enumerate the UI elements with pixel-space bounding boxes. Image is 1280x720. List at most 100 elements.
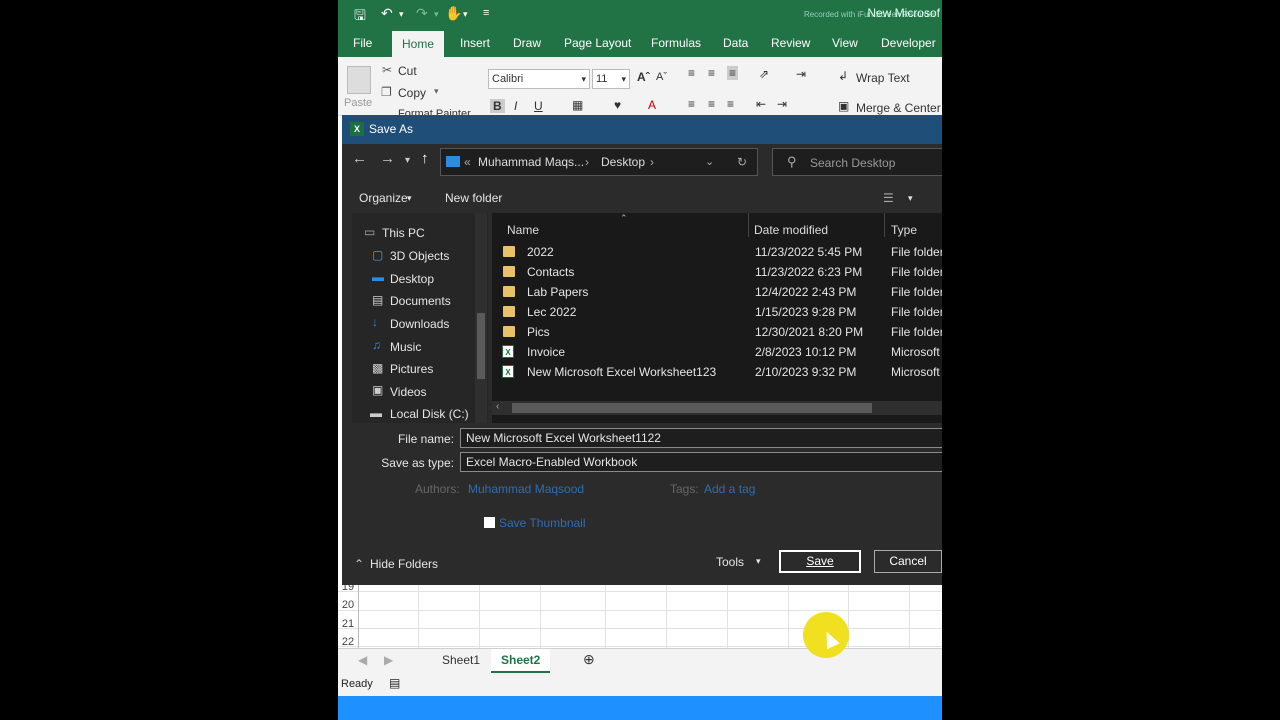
font-name-select[interactable]: Calibri ▾	[488, 69, 590, 89]
sheet-tab-sheet2[interactable]: Sheet2	[491, 649, 551, 673]
recent-locations-icon[interactable]: ▾	[405, 155, 410, 166]
nav-item-music[interactable]: Music	[390, 340, 421, 354]
tab-data[interactable]: Data	[723, 36, 748, 50]
align-bottom-icon[interactable]: ≡	[727, 66, 739, 80]
organize-button[interactable]: Organize	[359, 191, 408, 205]
breadcrumb-desktop[interactable]: Desktop	[601, 155, 645, 169]
save-button[interactable]: Save	[779, 550, 861, 573]
copy-button[interactable]: Copy	[398, 86, 426, 100]
nav-scrollbar-thumb[interactable]	[477, 313, 485, 379]
forward-icon[interactable]: →	[380, 150, 395, 167]
tab-formulas[interactable]: Formulas	[651, 36, 701, 50]
decrease-font-icon[interactable]: Aˇ	[656, 71, 667, 83]
copy-icon[interactable]: ❐	[381, 85, 392, 99]
address-bar[interactable]: « Muhammad Maqs... › Desktop › ⌄ ↻	[440, 148, 758, 176]
redo-dropdown-icon[interactable]: ▾	[434, 9, 439, 20]
view-dropdown-icon[interactable]: ▾	[908, 193, 913, 204]
save-thumbnail-label[interactable]: Save Thumbnail	[499, 516, 586, 530]
file-row[interactable]: Pics 12/30/2021 8:20 PM File folder	[492, 322, 942, 342]
file-row[interactable]: X New Microsoft Excel Worksheet123 2/10/…	[492, 362, 942, 382]
cut-button[interactable]: Cut	[398, 64, 417, 78]
undo-icon[interactable]: ↶	[381, 5, 393, 22]
orientation-icon[interactable]: ⇗	[759, 67, 769, 81]
increase-indent-icon[interactable]: ⇥	[777, 97, 787, 111]
file-row[interactable]: Lab Papers 12/4/2022 2:43 PM File folder	[492, 282, 942, 302]
cancel-button[interactable]: Cancel	[874, 550, 942, 573]
column-name[interactable]: Name	[507, 223, 539, 237]
breadcrumb-user[interactable]: Muhammad Maqs...	[478, 155, 584, 169]
breadcrumb-overflow-icon[interactable]: «	[464, 155, 471, 169]
search-box[interactable]: ⚲ Search Desktop	[772, 148, 942, 176]
file-list-scrollbar[interactable]: ‹	[492, 401, 942, 415]
row-header[interactable]: 21	[338, 618, 358, 630]
redo-icon[interactable]: ↷	[416, 5, 428, 22]
nav-scrollbar[interactable]	[475, 213, 487, 423]
indent-icon[interactable]: ⇥	[796, 67, 806, 81]
align-right-icon[interactable]: ≡	[727, 97, 734, 111]
nav-item-pictures[interactable]: Pictures	[390, 362, 433, 376]
paste-icon[interactable]	[347, 66, 371, 94]
wrap-text-button[interactable]: Wrap Text	[856, 71, 910, 85]
nav-item-downloads[interactable]: Downloads	[390, 317, 449, 331]
new-folder-button[interactable]: New folder	[445, 191, 502, 205]
up-folder-icon[interactable]: ↑	[421, 150, 429, 167]
merge-icon[interactable]: ▣	[838, 99, 849, 113]
file-row[interactable]: X Invoice 2/8/2023 10:12 PM Microsoft	[492, 342, 942, 362]
nav-item-desktop[interactable]: Desktop	[390, 272, 434, 286]
font-size-select[interactable]: 11 ▾	[592, 69, 630, 89]
worksheet-grid[interactable]: 19 20 21 22	[338, 580, 942, 648]
tab-insert[interactable]: Insert	[460, 36, 490, 50]
scroll-right-icon[interactable]: ▶	[384, 653, 393, 667]
column-date-modified[interactable]: Date modified	[754, 223, 828, 237]
wrap-text-icon[interactable]: ↲	[838, 69, 848, 83]
chevron-up-icon[interactable]: ⌃	[354, 557, 364, 571]
tags-value[interactable]: Add a tag	[704, 482, 755, 496]
row-header[interactable]: 22	[338, 636, 358, 648]
increase-font-icon[interactable]: Aˆ	[637, 70, 650, 84]
scroll-left-icon[interactable]: ‹	[496, 401, 499, 412]
undo-dropdown-icon[interactable]: ▾	[399, 9, 404, 20]
file-row[interactable]: 2022 11/23/2022 5:45 PM File folder	[492, 242, 942, 262]
tab-file[interactable]: File	[353, 36, 372, 50]
nav-item-documents[interactable]: Documents	[390, 294, 451, 308]
file-row[interactable]: Lec 2022 1/15/2023 9:28 PM File folder	[492, 302, 942, 322]
view-options-icon[interactable]: ☰	[883, 191, 894, 205]
tab-developer[interactable]: Developer	[881, 36, 936, 50]
touch-mode-icon[interactable]: ✋	[445, 5, 462, 22]
cut-icon[interactable]: ✂	[382, 63, 392, 77]
save-type-select[interactable]: Excel Macro-Enabled Workbook	[460, 452, 942, 472]
merge-center-button[interactable]: Merge & Center	[856, 101, 941, 115]
paste-label[interactable]: Paste	[344, 97, 372, 109]
underline-button[interactable]: U	[534, 99, 543, 113]
macro-record-icon[interactable]: ▤	[389, 676, 400, 690]
tab-draw[interactable]: Draw	[513, 36, 541, 50]
file-list-scrollbar-thumb[interactable]	[512, 403, 872, 413]
chevron-down-icon[interactable]: ⌄	[705, 155, 714, 168]
file-row[interactable]: Contacts 11/23/2022 6:23 PM File folder	[492, 262, 942, 282]
align-center-icon[interactable]: ≡	[708, 97, 715, 111]
nav-item-3d-objects[interactable]: 3D Objects	[390, 249, 449, 263]
scroll-left-icon[interactable]: ◀	[358, 653, 367, 667]
borders-icon[interactable]: ▦	[572, 98, 583, 112]
bold-button[interactable]: B	[490, 99, 505, 113]
fill-color-icon[interactable]: ♥	[614, 98, 621, 112]
row-header[interactable]: 20	[338, 599, 358, 611]
refresh-icon[interactable]: ↻	[737, 155, 747, 169]
align-top-icon[interactable]: ≡	[688, 66, 695, 80]
copy-dropdown-icon[interactable]: ▾	[434, 86, 439, 97]
hide-folders-button[interactable]: Hide Folders	[370, 557, 438, 571]
font-color-icon[interactable]: A	[648, 98, 656, 112]
save-thumbnail-checkbox[interactable]	[484, 517, 495, 528]
sheet-tab-sheet1[interactable]: Sheet1	[442, 653, 480, 667]
tools-dropdown-icon[interactable]: ▾	[756, 556, 761, 567]
add-sheet-icon[interactable]: ⊕	[583, 651, 595, 668]
tab-home[interactable]: Home	[392, 31, 445, 57]
file-name-input[interactable]: New Microsoft Excel Worksheet1122	[460, 428, 942, 448]
back-icon[interactable]: ←	[352, 150, 367, 167]
save-icon[interactable]: 🖫	[354, 5, 366, 29]
authors-value[interactable]: Muhammad Maqsood	[468, 482, 584, 496]
tools-button[interactable]: Tools	[716, 555, 744, 569]
tab-review[interactable]: Review	[771, 36, 810, 50]
customize-qat-icon[interactable]: ≡	[483, 7, 489, 19]
decrease-indent-icon[interactable]: ⇤	[756, 97, 766, 111]
